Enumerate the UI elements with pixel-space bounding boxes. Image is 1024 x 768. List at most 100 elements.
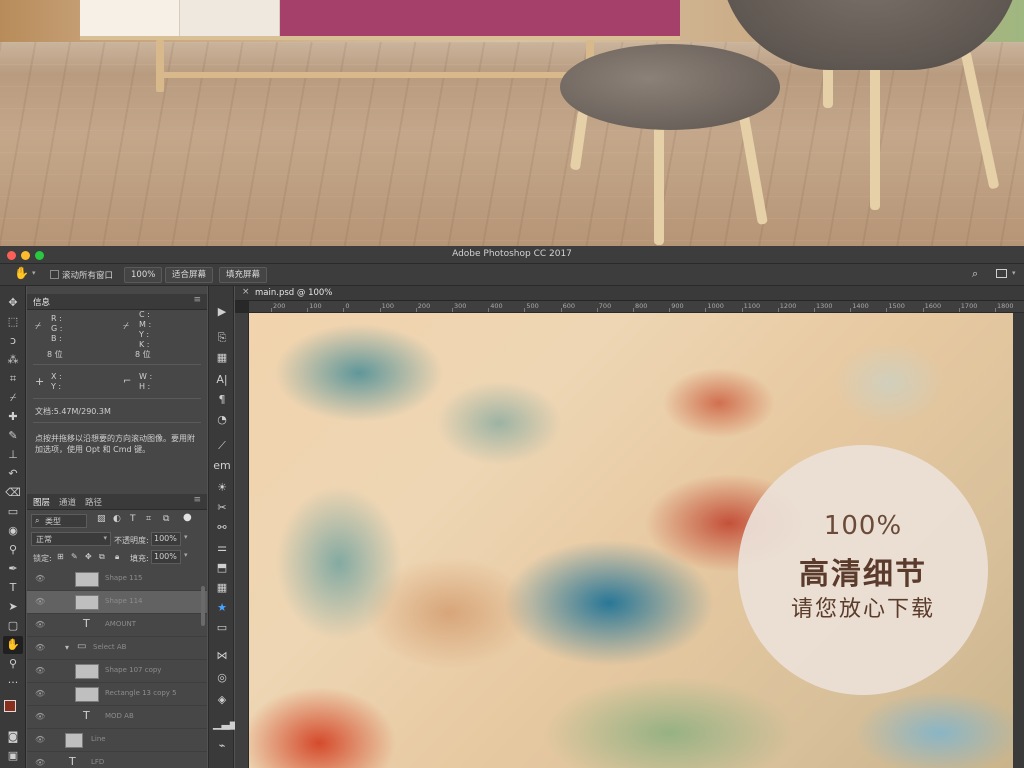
layer-row[interactable]: 👁︎ T MOD AB [27,706,207,729]
zoom-100-button[interactable]: 100% [124,267,163,283]
move-tool-icon[interactable]: ✥ [3,294,23,312]
eye-icon[interactable]: 👁︎ [35,758,45,767]
layer-row[interactable]: 👁︎ Shape 115 [27,568,207,591]
rectangle-tool-icon[interactable]: ▢ [3,617,23,635]
histogram-icon[interactable]: ▁▃▅ [213,716,238,732]
character-icon[interactable]: A| [213,372,231,388]
fill-screen-button[interactable]: 填充屏幕 [219,267,268,283]
zoom-tool-icon[interactable]: ⚲ [3,655,23,673]
layers-stack-icon[interactable]: ◈ [213,692,231,708]
layer-row[interactable]: 👁︎ Line [27,729,207,752]
layer-row[interactable]: 👁︎ Shape 107 copy [27,660,207,683]
panel-menu-icon[interactable]: ≡ [193,295,201,305]
healing-brush-icon[interactable]: ✚ [3,408,23,426]
lasso-tool-icon[interactable]: ↄ [3,332,23,350]
fit-screen-button[interactable]: 适合屏幕 [165,267,214,283]
3d-icon[interactable]: ◎ [213,670,231,686]
chevron-down-icon[interactable]: ▾ [184,533,188,541]
play-action-icon[interactable]: ▶ [213,304,231,320]
brush-tool-icon[interactable]: ✎ [3,427,23,445]
hand-tool-icon[interactable]: ✋ [3,636,23,654]
close-icon[interactable]: × [242,287,250,297]
lock-position-icon[interactable]: ✥ [85,552,92,561]
scroll-all-windows-checkbox[interactable] [50,270,59,279]
search-icon[interactable]: ⌕ [972,267,978,281]
layer-row[interactable]: 👁︎ Rectangle 13 copy 5 [27,683,207,706]
history-icon[interactable]: ⎘ [213,330,231,346]
panel-menu-icon[interactable]: ≡ [193,495,201,505]
eyedropper-icon[interactable]: ⌿ [3,389,23,407]
eye-icon[interactable]: 👁︎ [35,643,45,652]
foreground-color-swatch[interactable] [4,700,16,712]
hand-tool-icon[interactable]: ✋ [14,266,29,280]
bowtie-icon[interactable]: ⋈ [213,648,231,664]
brush-settings-icon[interactable]: ✂ [213,500,231,516]
tab-info[interactable]: 信息 [33,296,50,308]
gradient-tool-icon[interactable]: ▭ [3,503,23,521]
workspace-icon[interactable] [996,269,1007,278]
crop-tool-icon[interactable]: ⌗ [3,370,23,388]
magic-wand-icon[interactable]: ⁂ [3,351,23,369]
chevron-down-icon[interactable]: ▾ [184,551,188,559]
adjustments-icon[interactable]: ◔ [213,412,231,428]
eye-icon[interactable]: 👁︎ [35,689,45,698]
layers-scrollbar[interactable] [201,586,205,626]
eye-icon[interactable]: 👁︎ [35,620,45,629]
measure-icon[interactable]: ⟋ [213,438,231,454]
blur-tool-icon[interactable]: ◉ [3,522,23,540]
marquee-tool-icon[interactable]: ⬚ [3,313,23,331]
eye-icon[interactable]: 👁︎ [35,735,45,744]
history-brush-icon[interactable]: ↶ [3,465,23,483]
dodge-tool-icon[interactable]: ⚲ [3,541,23,559]
star-icon[interactable]: ★ [213,600,231,616]
type-tool-icon[interactable]: T [3,579,23,597]
eye-icon[interactable]: 👁︎ [35,574,45,583]
brightness-icon[interactable]: ☀ [213,480,231,496]
eye-icon[interactable]: 👁︎ [35,712,45,721]
filter-pixel-icon[interactable]: ▨ [97,514,106,524]
grid-icon[interactable]: ▦ [213,580,231,596]
workspace-chevron-icon[interactable]: ▾ [1012,269,1016,277]
document-tab[interactable]: × main.psd @ 100% [235,286,1024,301]
layer-filter-select[interactable]: ⌕ 类型 [31,514,87,528]
screen-mode-icon[interactable]: ▣ [3,747,23,765]
opacity-input[interactable]: 100% [151,532,181,546]
filter-smart-icon[interactable]: ⧉ [163,514,169,524]
clone-stamp-icon[interactable]: ⊥ [3,446,23,464]
tab-channels[interactable]: 通道 [59,496,76,508]
fill-input[interactable]: 100% [151,550,181,564]
clone-source-icon[interactable]: ⚯ [213,520,231,536]
more-tools-icon[interactable]: ··· [3,674,23,692]
paragraph-icon[interactable]: ¶ [213,392,231,408]
chevron-down-icon[interactable]: ▾ [32,269,36,277]
layer-row[interactable]: 👁︎ Shape 114 [27,591,207,614]
filter-toggle-icon[interactable]: ● [183,512,192,523]
styles-icon[interactable]: ⬒ [213,560,231,576]
em-icon[interactable]: em [213,458,231,474]
properties-icon[interactable]: ▦ [213,350,231,366]
layer-row[interactable]: 👁︎ ▾ ▭ Select AB [27,637,207,660]
lock-transparency-icon[interactable]: ⊞ [57,552,64,561]
lock-pixels-icon[interactable]: ✎ [71,552,78,561]
paths-icon[interactable]: ⌁ [213,738,231,754]
eye-icon[interactable]: 👁︎ [35,597,45,606]
layer-row[interactable]: 👁︎ T AMOUNT [27,614,207,637]
eraser-icon[interactable]: ⌫ [3,484,23,502]
quick-mask-icon[interactable]: ◙ [3,728,23,746]
lock-all-icon[interactable]: 🔒︎ [115,552,119,562]
filter-type-icon[interactable]: T [130,514,136,524]
expand-arrow-icon[interactable]: ▾ [65,643,69,652]
vertical-scrollbar[interactable] [1013,313,1024,768]
eye-icon[interactable]: 👁︎ [35,666,45,675]
filter-adjust-icon[interactable]: ◐ [113,514,121,524]
tab-paths[interactable]: 路径 [85,496,102,508]
path-selection-icon[interactable]: ➤ [3,598,23,616]
filter-shape-icon[interactable]: ⌗ [146,514,151,524]
lock-artboard-icon[interactable]: ⧉ [99,552,105,562]
timeline-icon[interactable]: ▭ [213,620,231,636]
blend-mode-select[interactable]: 正常 ▾ [31,532,111,546]
pen-tool-icon[interactable]: ✒ [3,560,23,578]
layer-row[interactable]: 👁︎ T LFD [27,752,207,768]
sliders-icon[interactable]: ⚌ [213,540,231,556]
tab-layers[interactable]: 图层 [33,496,50,508]
